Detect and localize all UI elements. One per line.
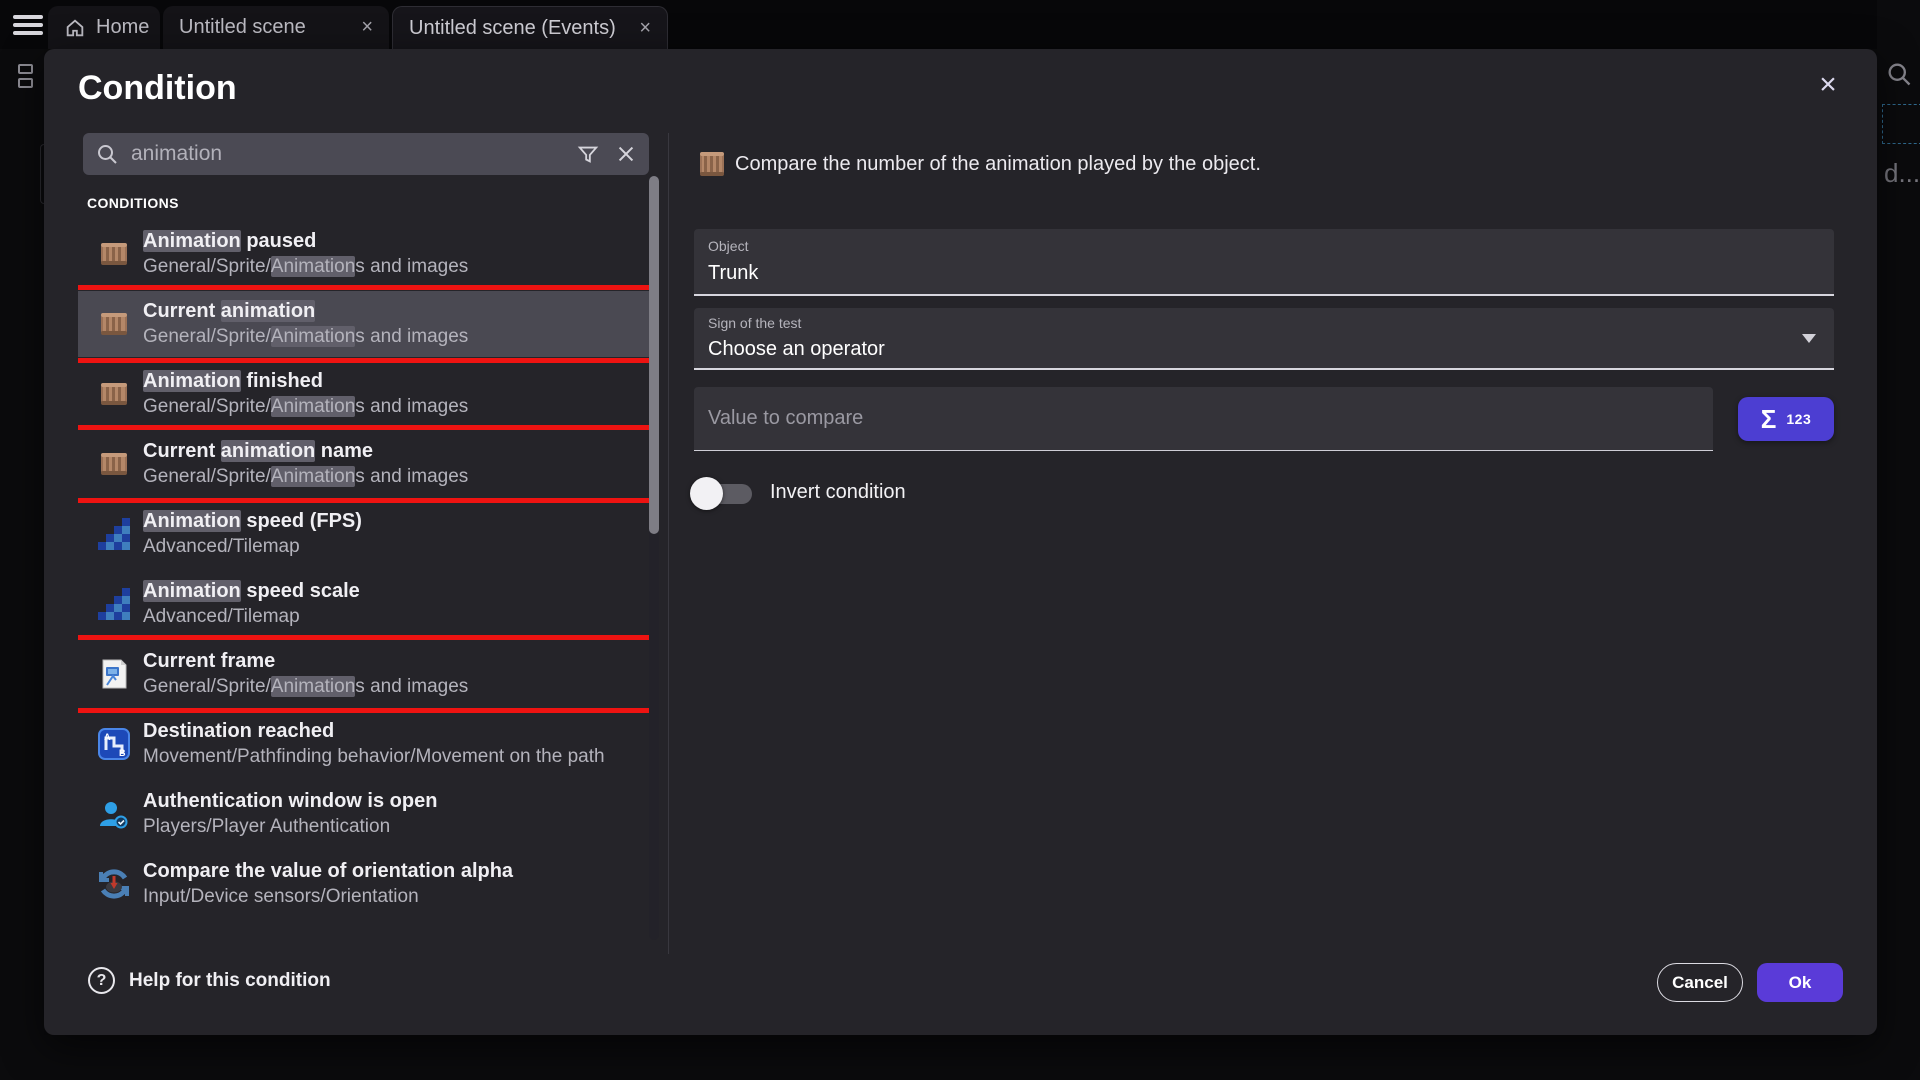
- expression-builder-button[interactable]: Σ 123: [1738, 397, 1834, 441]
- condition-path: Input/Device sensors/Orientation: [143, 884, 647, 910]
- film-icon: [96, 376, 132, 412]
- object-field[interactable]: Object Trunk: [694, 229, 1834, 296]
- tab-home[interactable]: Home: [48, 6, 160, 49]
- filter-icon[interactable]: [577, 143, 599, 165]
- condition-title: Animation paused: [143, 228, 647, 254]
- condition-title: Compare the value of orientation alpha: [143, 858, 647, 884]
- condition-list-item[interactable]: Authentication window is openPlayers/Pla…: [78, 781, 655, 847]
- tab-untitled-scene-events[interactable]: Untitled scene (Events) ×: [392, 6, 668, 49]
- background-right-panel: d...: [1877, 0, 1920, 1080]
- value-input[interactable]: [708, 387, 1688, 449]
- condition-list-item[interactable]: Animation speed scaleAdvanced/Tilemap: [78, 571, 655, 637]
- condition-list-item[interactable]: Current animationGeneral/Sprite/Animatio…: [78, 291, 655, 357]
- condition-list-item[interactable]: Animation finishedGeneral/Sprite/Animati…: [78, 361, 655, 427]
- svg-text:A: A: [104, 732, 111, 742]
- condition-path: Players/Player Authentication: [143, 814, 647, 840]
- close-icon[interactable]: ×: [1806, 63, 1850, 107]
- condition-path: Movement/Pathfinding behavior/Movement o…: [143, 744, 647, 770]
- scrollbar-thumb[interactable]: [649, 176, 659, 534]
- condition-path: General/Sprite/Animations and images: [143, 674, 647, 700]
- condition-description: Compare the number of the animation play…: [735, 153, 1261, 176]
- film-icon: [699, 149, 725, 184]
- condition-path: General/Sprite/Animations and images: [143, 464, 647, 490]
- condition-title: Current animation name: [143, 438, 647, 464]
- condition-path: General/Sprite/Animations and images: [143, 394, 647, 420]
- tilemap-icon: [96, 516, 132, 552]
- search-input[interactable]: [131, 142, 561, 166]
- dialog-title: Condition: [78, 69, 237, 108]
- invert-condition-toggle[interactable]: [690, 477, 756, 510]
- condition-title: Animation speed scale: [143, 578, 647, 604]
- search-icon[interactable]: [1885, 60, 1913, 93]
- menu-icon[interactable]: [13, 15, 43, 35]
- condition-title: Authentication window is open: [143, 788, 647, 814]
- background-bottom: [0, 1035, 1920, 1080]
- clipped-text: d...: [1884, 158, 1920, 189]
- svg-text:B: B: [119, 748, 126, 758]
- condition-title: Destination reached: [143, 718, 647, 744]
- help-link[interactable]: ? Help for this condition: [88, 967, 331, 994]
- clear-search-icon[interactable]: [615, 143, 637, 165]
- project-manager-icon[interactable]: [18, 64, 36, 90]
- scrollbar-track[interactable]: [649, 176, 659, 940]
- condition-title: Animation finished: [143, 368, 647, 394]
- operator-select-value: Choose an operator: [708, 338, 885, 361]
- film-icon: [96, 236, 132, 272]
- orientation-icon: [96, 866, 132, 902]
- chevron-down-icon: [1802, 334, 1816, 343]
- condition-path: Advanced/Tilemap: [143, 604, 647, 630]
- condition-title: Current animation: [143, 298, 647, 324]
- sigma-123-badge: 123: [1786, 411, 1811, 427]
- frame-icon: [96, 656, 132, 692]
- object-field-label: Object: [708, 238, 748, 254]
- condition-path: General/Sprite/Animations and images: [143, 254, 647, 280]
- cancel-button[interactable]: Cancel: [1657, 963, 1743, 1002]
- condition-list-item[interactable]: Current frameGeneral/Sprite/Animations a…: [78, 641, 655, 707]
- tab-label: Untitled scene (Events): [409, 17, 616, 40]
- film-icon: [96, 446, 132, 482]
- value-field[interactable]: [694, 387, 1713, 451]
- panel-divider: [668, 133, 669, 954]
- help-link-label: Help for this condition: [129, 970, 331, 992]
- condition-list-item[interactable]: Animation speed (FPS)Advanced/Tilemap: [78, 501, 655, 567]
- conditions-list: Animation pausedGeneral/Sprite/Animation…: [78, 221, 655, 940]
- top-tab-bar: Home Untitled scene × Untitled scene (Ev…: [0, 0, 1920, 49]
- condition-path: Advanced/Tilemap: [143, 534, 647, 560]
- tab-close-icon[interactable]: ×: [639, 17, 651, 40]
- condition-title: Animation speed (FPS): [143, 508, 647, 534]
- object-field-value: Trunk: [708, 262, 758, 285]
- condition-title: Current frame: [143, 648, 647, 674]
- condition-list-item[interactable]: Compare the value of orientation alphaIn…: [78, 851, 655, 917]
- condition-list-item[interactable]: AB Destination reachedMovement/Pathfindin…: [78, 711, 655, 777]
- condition-dialog: Condition × CONDITIONS Animation pausedG…: [44, 49, 1877, 1035]
- film-icon: [96, 306, 132, 342]
- toggle-knob: [690, 477, 723, 510]
- path-icon: AB: [96, 726, 132, 762]
- auth-icon: [96, 796, 132, 832]
- home-icon: [64, 17, 86, 39]
- tab-label: Untitled scene: [179, 16, 306, 39]
- sigma-icon: Σ: [1761, 404, 1777, 435]
- conditions-section-label: CONDITIONS: [87, 195, 179, 211]
- ok-button[interactable]: Ok: [1757, 963, 1843, 1002]
- condition-list-item[interactable]: Current animation nameGeneral/Sprite/Ani…: [78, 431, 655, 497]
- selection-dashed-outline: [1882, 104, 1920, 144]
- background-left-panel: [0, 49, 44, 1080]
- tab-label: Home: [96, 16, 149, 39]
- operator-select-label: Sign of the test: [708, 315, 801, 331]
- operator-select[interactable]: Sign of the test Choose an operator: [694, 308, 1834, 370]
- invert-condition-label: Invert condition: [770, 481, 906, 504]
- question-icon: ?: [88, 967, 115, 994]
- tilemap-icon: [96, 586, 132, 622]
- tab-close-icon[interactable]: ×: [361, 16, 373, 39]
- condition-list-item[interactable]: Animation pausedGeneral/Sprite/Animation…: [78, 221, 655, 287]
- tab-untitled-scene[interactable]: Untitled scene ×: [163, 6, 389, 49]
- condition-search-bar[interactable]: [83, 133, 649, 175]
- condition-path: General/Sprite/Animations and images: [143, 324, 647, 350]
- search-icon: [95, 142, 119, 166]
